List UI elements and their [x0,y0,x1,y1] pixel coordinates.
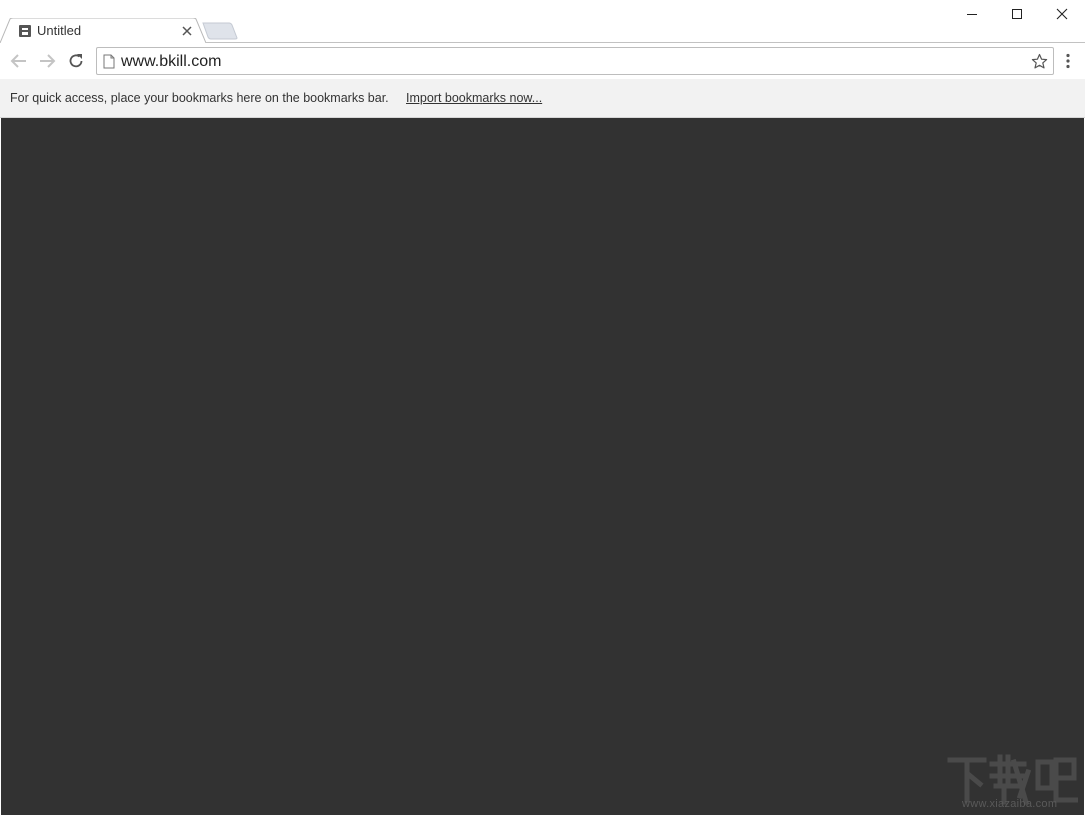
bookmark-star-icon[interactable] [1031,53,1048,70]
toolbar: www.bkill.com [0,43,1085,79]
minimize-icon [967,14,977,15]
browser-window: Untitled www.bkill.com For quick access,… [0,0,1085,815]
tab-title: Untitled [37,23,82,38]
new-tab-button[interactable] [201,22,239,40]
close-window-button[interactable] [1039,0,1085,28]
arrow-right-icon [40,54,56,68]
address-bar[interactable]: www.bkill.com [96,47,1054,75]
page-content [1,118,1084,815]
menu-button[interactable] [1058,49,1078,73]
close-icon [1056,8,1068,20]
reload-button[interactable] [64,49,88,73]
arrow-left-icon [10,54,26,68]
tab-strip: Untitled [0,0,1085,43]
tab-close-icon[interactable] [180,24,194,38]
maximize-icon [1012,9,1022,19]
bookmarks-bar: For quick access, place your bookmarks h… [0,79,1085,118]
reload-icon [69,54,83,68]
bookmarks-bar-message: For quick access, place your bookmarks h… [10,91,389,105]
address-bar-url: www.bkill.com [121,53,222,70]
minimize-button[interactable] [949,0,995,28]
forward-button[interactable] [35,49,59,73]
page-icon [103,54,115,69]
watermark-url: www.xiazaiba.com [962,798,1058,810]
back-button[interactable] [7,49,31,73]
more-vert-icon [1066,53,1070,69]
page-folder-icon [19,25,31,37]
maximize-button[interactable] [994,0,1040,28]
tab-untitled[interactable]: Untitled [0,18,206,43]
import-bookmarks-link[interactable]: Import bookmarks now... [406,91,542,105]
